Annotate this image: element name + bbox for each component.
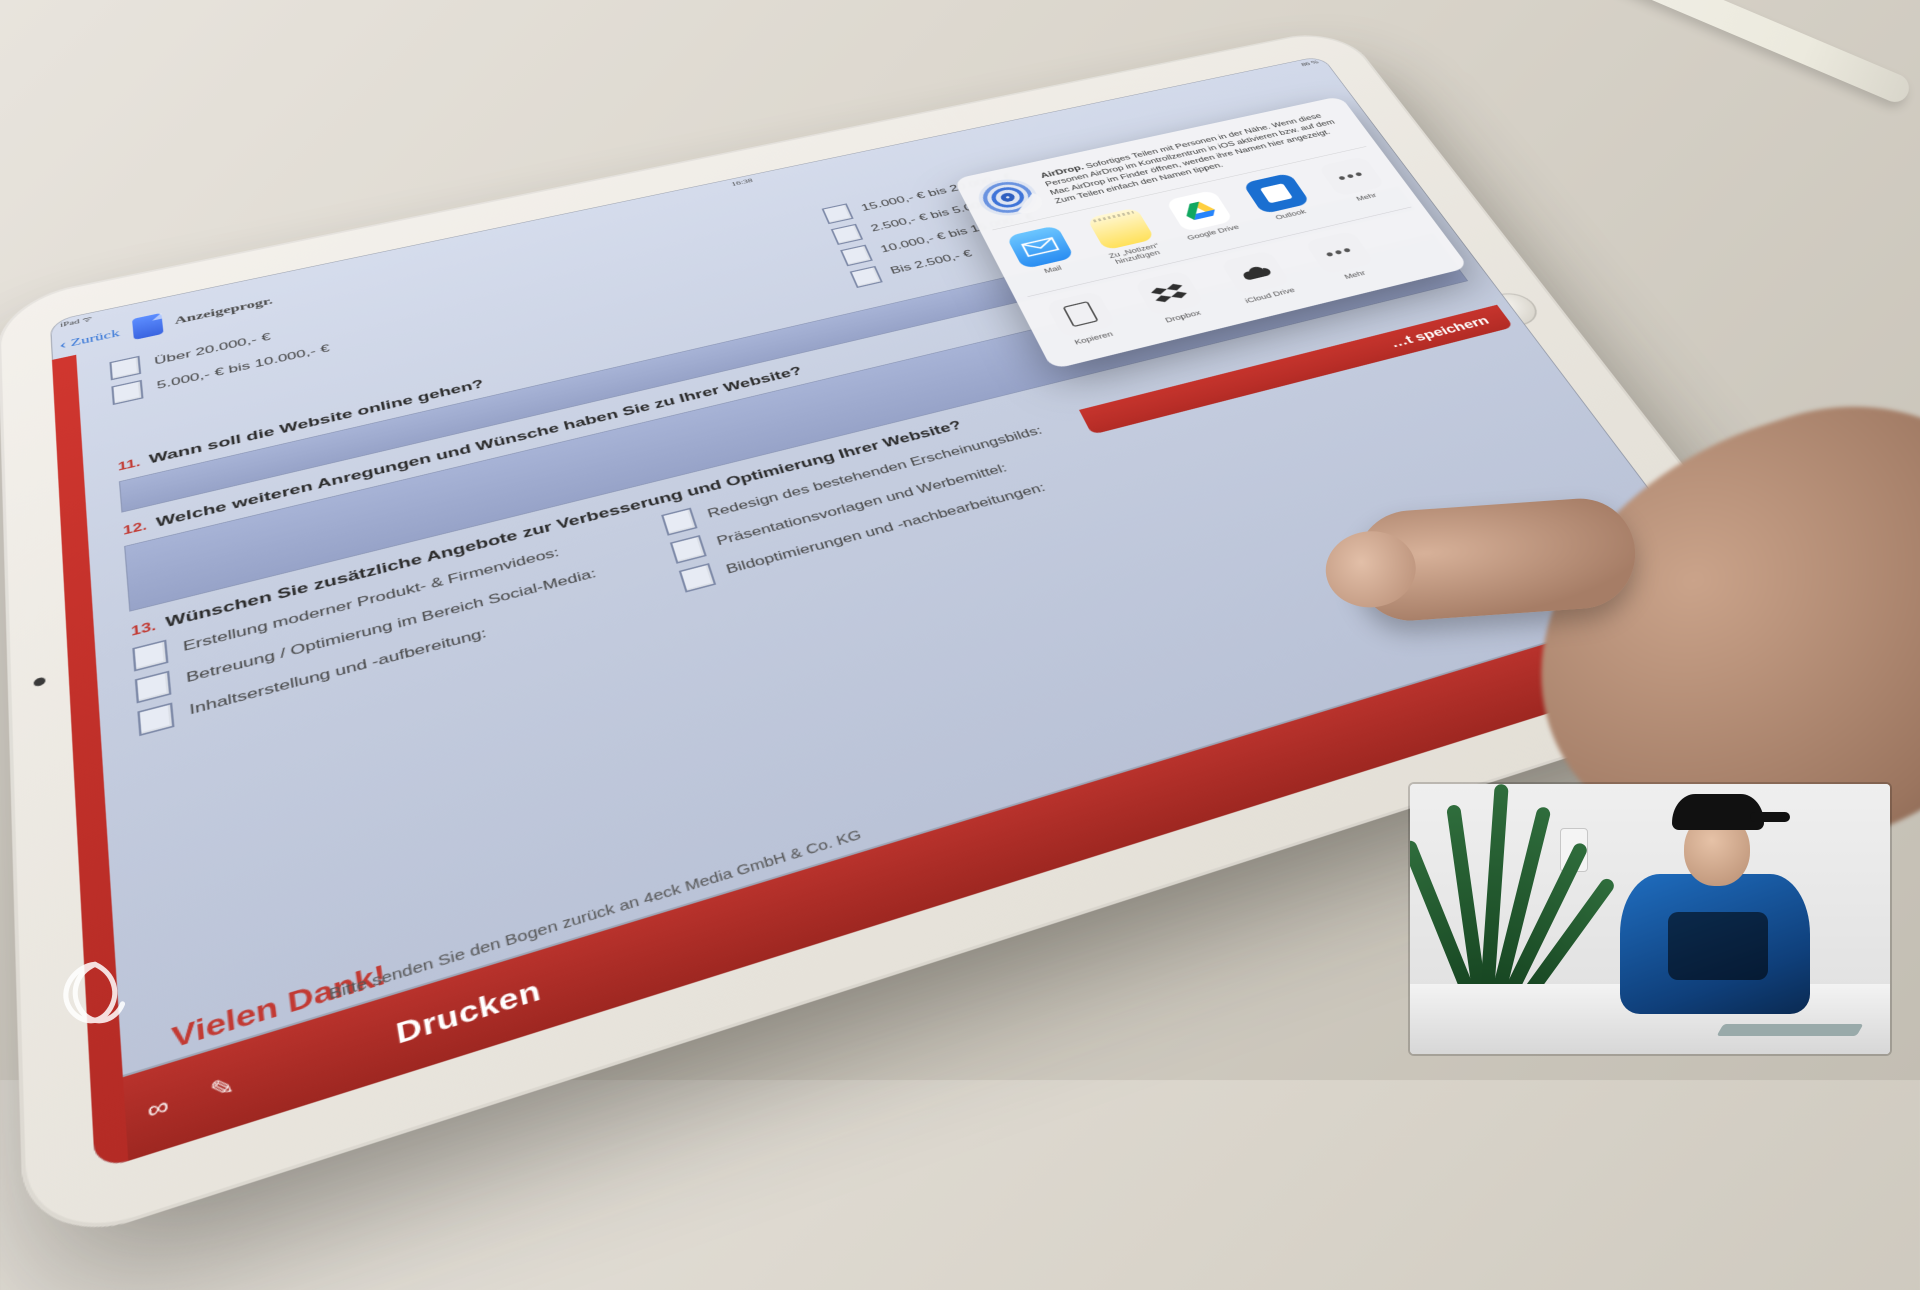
checkbox[interactable]	[670, 535, 707, 564]
checkbox[interactable]	[109, 356, 141, 381]
presenter-cap	[1672, 794, 1764, 830]
share-app-more[interactable]: Mehr	[1312, 155, 1402, 213]
infinity-icon[interactable]: ∞	[125, 1084, 192, 1132]
presenter-pip	[1410, 784, 1890, 1054]
back-button[interactable]: Zurück	[70, 327, 120, 347]
checkbox[interactable]	[132, 640, 168, 672]
presenter	[1590, 794, 1820, 1014]
checkbox[interactable]	[137, 702, 174, 736]
app-label: Mail	[1043, 264, 1063, 274]
checkbox[interactable]	[840, 245, 873, 267]
checkbox[interactable]	[111, 380, 143, 405]
apple-pencil	[1387, 0, 1913, 106]
question-number: 13.	[131, 620, 157, 639]
question-number: 11.	[117, 457, 140, 473]
front-camera	[34, 676, 46, 687]
action-copy[interactable]: Kopieren	[1036, 288, 1132, 350]
airdrop-icon	[971, 175, 1044, 221]
action-dropbox[interactable]: Dropbox	[1124, 268, 1220, 329]
share-app-drive[interactable]: Google Drive	[1159, 188, 1249, 249]
action-icloud[interactable]: iCloud Drive	[1211, 248, 1306, 307]
scene: iPad ᯤ 16:38 86 % ‹ Zurück Anzeigeprogr.…	[0, 0, 1920, 1080]
checkbox[interactable]	[831, 224, 863, 245]
checkbox[interactable]	[135, 671, 172, 704]
checkbox[interactable]	[679, 563, 716, 593]
chat-icon[interactable]: ✎	[189, 1065, 255, 1113]
more-icon	[1317, 156, 1385, 197]
checkbox[interactable]	[850, 266, 883, 288]
question-number: 12.	[122, 520, 147, 538]
checkbox[interactable]	[661, 508, 697, 536]
more-icon	[1304, 230, 1375, 274]
share-app-notes[interactable]: Zu „Notizen“ hinzufügen	[1081, 206, 1171, 268]
presenter-torso	[1620, 874, 1810, 1014]
mail-icon	[1006, 225, 1075, 269]
watermark-logo	[52, 954, 138, 1040]
back-chevron-icon[interactable]: ‹	[59, 337, 67, 352]
checkbox[interactable]	[822, 203, 854, 224]
pip-tablet	[1717, 1024, 1864, 1036]
app-label: Mehr	[1355, 192, 1378, 202]
action-label: Mehr	[1343, 269, 1367, 280]
action-more[interactable]: Mehr	[1295, 228, 1390, 286]
index-finger	[1352, 495, 1639, 624]
share-app-mail[interactable]: Mail	[1000, 224, 1090, 287]
share-app-outlook[interactable]: Outlook	[1236, 171, 1326, 230]
